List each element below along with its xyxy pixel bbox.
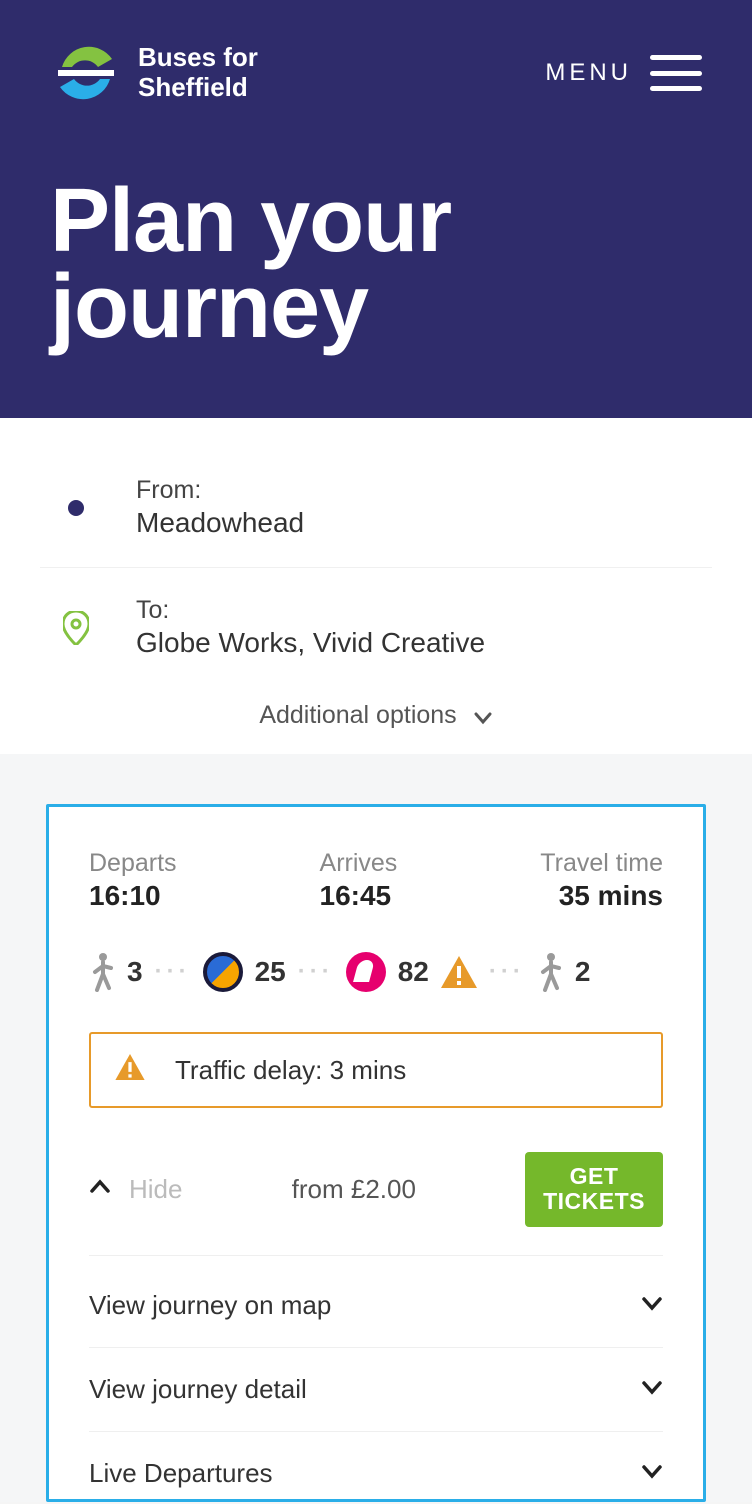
menu-label: MENU (545, 59, 632, 87)
brand-logo[interactable]: Buses for Sheffield (50, 37, 258, 109)
additional-options-label: Additional options (259, 701, 456, 730)
from-field[interactable]: From: Meadowhead (40, 458, 712, 557)
operator-badge-2-icon (346, 952, 386, 992)
leg-separator-icon: ··· (489, 958, 525, 986)
results-section: Departs 16:10 Arrives 16:45 Travel time … (0, 754, 752, 1502)
chevron-up-icon (89, 1174, 111, 1205)
travel-time-label: Travel time (540, 849, 663, 878)
top-bar: Buses for Sheffield MENU (50, 28, 702, 118)
logo-icon (50, 37, 122, 109)
brand-line-1: Buses for (138, 43, 258, 73)
chevron-down-icon (473, 706, 493, 726)
actions-row: Hide from £2.00 GET TICKETS (89, 1152, 663, 1256)
departs-value: 16:10 (89, 880, 177, 912)
hero-header: Buses for Sheffield MENU Plan your journ… (0, 0, 752, 418)
tickets-line1: GET (543, 1164, 645, 1189)
to-value: Globe Works, Vivid Creative (136, 627, 485, 659)
chevron-down-icon (641, 1290, 663, 1321)
live-departures-toggle[interactable]: Live Departures (89, 1432, 663, 1499)
brand-line-2: Sheffield (138, 73, 258, 103)
leg-separator-icon: ··· (155, 958, 191, 986)
departs-col: Departs 16:10 (89, 849, 177, 912)
accordion-label: View journey detail (89, 1374, 307, 1405)
form-divider (40, 567, 712, 568)
price-label: from £2.00 (292, 1174, 416, 1205)
route-legs-row: 3 ··· 25 ··· 82 ··· 2 (89, 952, 663, 992)
bus2-number: 82 (398, 956, 429, 988)
arrives-label: Arrives (320, 849, 398, 878)
warning-icon (115, 1054, 151, 1086)
warning-icon (441, 956, 477, 988)
leg-separator-icon: ··· (298, 958, 334, 986)
chevron-down-icon (641, 1458, 663, 1489)
traffic-alert: Traffic delay: 3 mins (89, 1032, 663, 1108)
walk2-duration: 2 (575, 956, 591, 988)
arrives-col: Arrives 16:45 (320, 849, 398, 912)
hide-toggle[interactable]: Hide (89, 1174, 182, 1205)
travel-time-value: 35 mins (540, 880, 663, 912)
arrives-value: 16:45 (320, 880, 398, 912)
journey-form: From: Meadowhead To: Globe Works, Vivid … (0, 418, 752, 754)
alert-text: Traffic delay: 3 mins (175, 1055, 406, 1086)
walk-icon (537, 952, 563, 992)
times-row: Departs 16:10 Arrives 16:45 Travel time … (89, 849, 663, 912)
view-detail-toggle[interactable]: View journey detail (89, 1348, 663, 1432)
accordion-label: View journey on map (89, 1290, 331, 1321)
chevron-down-icon (641, 1374, 663, 1405)
operator-badge-1-icon (203, 952, 243, 992)
brand-text: Buses for Sheffield (138, 43, 258, 103)
travel-time-col: Travel time 35 mins (540, 849, 663, 912)
bus1-number: 25 (255, 956, 286, 988)
to-label: To: (136, 596, 485, 625)
from-value: Meadowhead (136, 507, 304, 539)
origin-dot-icon (48, 500, 104, 516)
hide-label: Hide (129, 1174, 182, 1205)
to-field[interactable]: To: Globe Works, Vivid Creative (40, 578, 712, 677)
get-tickets-button[interactable]: GET TICKETS (525, 1152, 663, 1227)
journey-result-card: Departs 16:10 Arrives 16:45 Travel time … (46, 804, 706, 1502)
view-on-map-toggle[interactable]: View journey on map (89, 1264, 663, 1348)
walk-icon (89, 952, 115, 992)
additional-options-toggle[interactable]: Additional options (40, 677, 712, 730)
menu-button[interactable]: MENU (545, 55, 702, 91)
accordion-label: Live Departures (89, 1458, 273, 1489)
page-title: Plan your journey (50, 178, 702, 351)
tickets-line2: TICKETS (543, 1189, 645, 1214)
hamburger-icon (650, 55, 702, 91)
destination-pin-icon (48, 611, 104, 645)
from-label: From: (136, 476, 304, 505)
departs-label: Departs (89, 849, 177, 878)
walk1-duration: 3 (127, 956, 143, 988)
